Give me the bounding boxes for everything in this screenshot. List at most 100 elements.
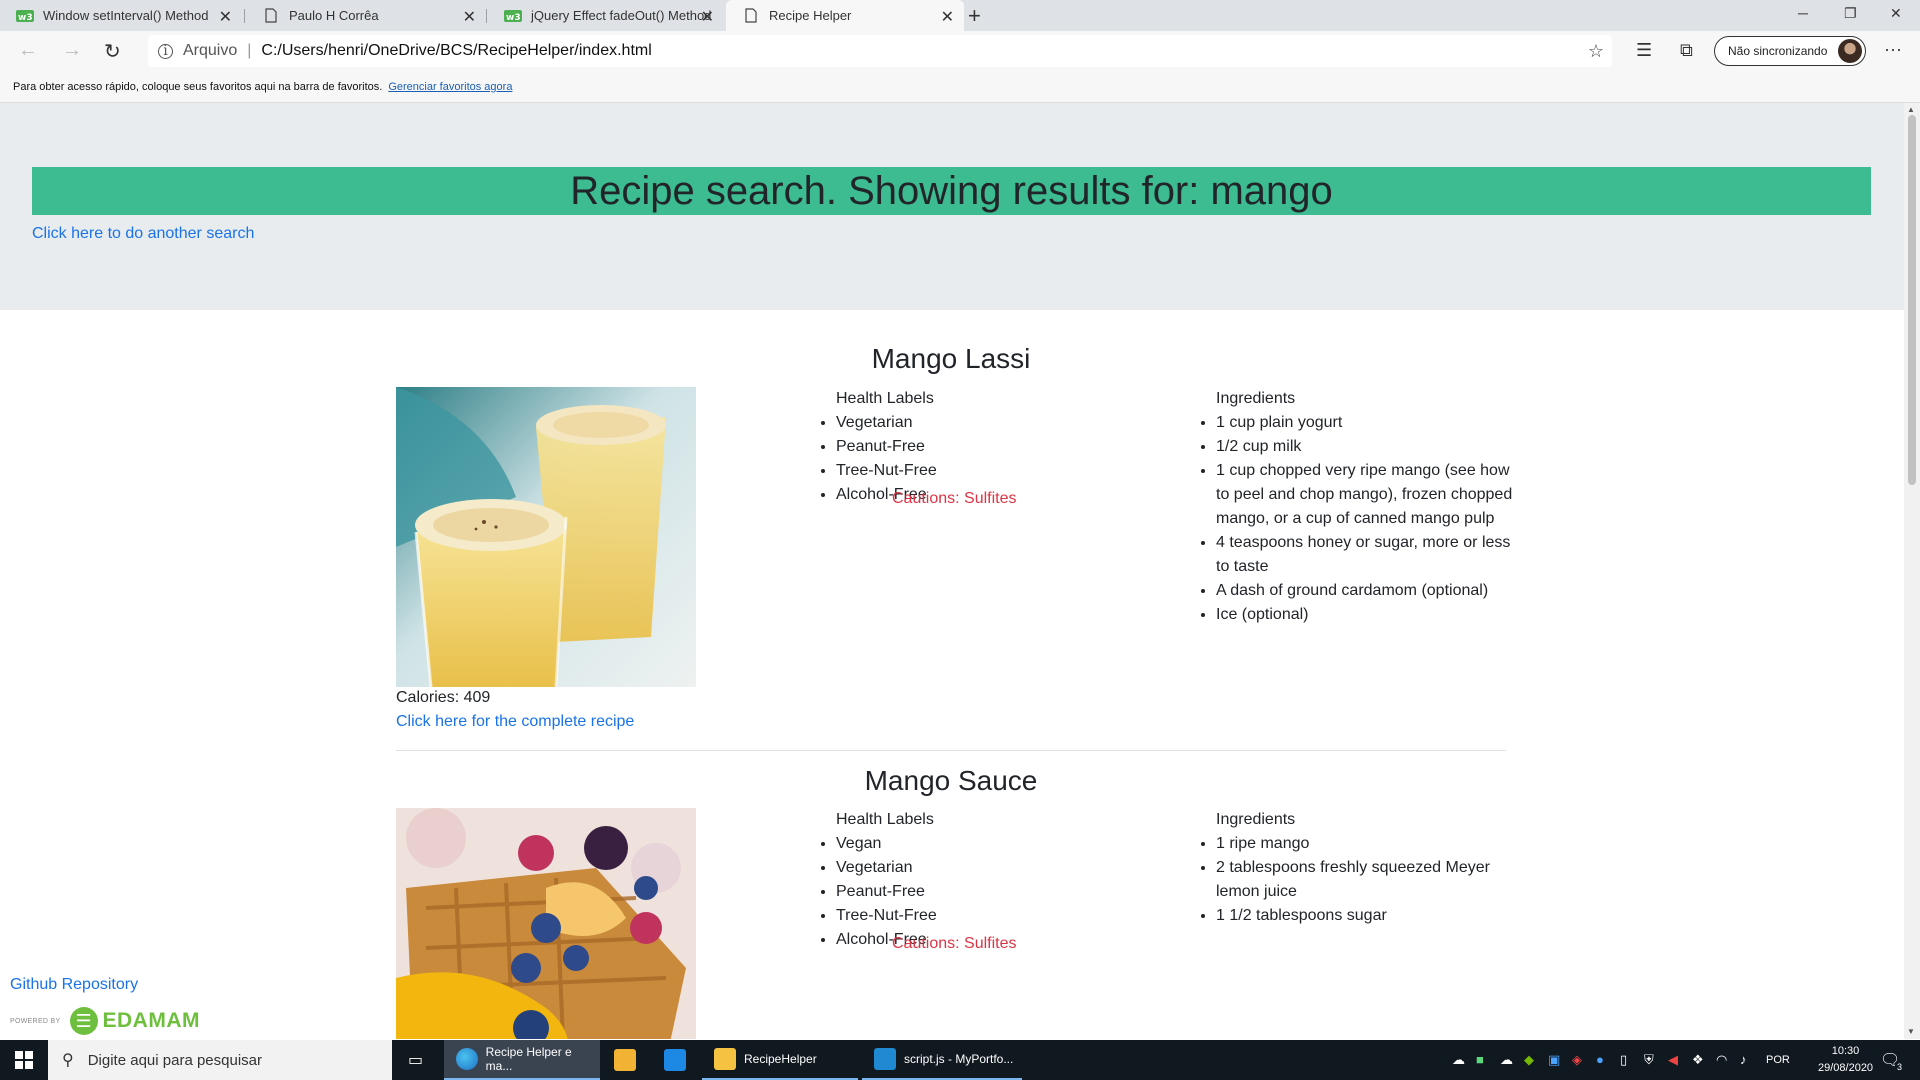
vertical-scrollbar[interactable]: ▲ ▼ — [1904, 103, 1920, 1039]
scroll-down-icon[interactable]: ▼ — [1907, 1027, 1915, 1036]
close-icon[interactable]: ✕ — [463, 7, 476, 27]
another-search-link[interactable]: Click here to do another search — [32, 225, 254, 243]
tab-window-setinterval[interactable]: w3 Window setInterval() Method ✕ — [0, 0, 242, 31]
url-text[interactable]: C:/Users/henri/OneDrive/BCS/RecipeHelper… — [261, 42, 651, 60]
taskbar-item-mail[interactable] — [652, 1040, 700, 1080]
dropbox-icon[interactable]: ❖ — [1692, 1052, 1704, 1068]
task-view-icon[interactable]: ▭ — [408, 1050, 423, 1070]
caution-text: Cautions: Sulfites — [892, 490, 1017, 507]
ingredients-list: 1 ripe mango 2 tablespoons freshly squee… — [1196, 832, 1516, 928]
tab-label: Paulo H Corrêa — [289, 8, 379, 23]
back-arrow-icon[interactable]: ← — [18, 39, 38, 62]
complete-recipe-link[interactable]: Click here for the complete recipe — [396, 713, 634, 731]
close-icon[interactable]: ✕ — [219, 7, 232, 27]
list-item: A dash of ground cardamom (optional) — [1216, 579, 1516, 603]
edamam-logo-icon: ☰ — [69, 1007, 98, 1035]
page-icon — [262, 8, 280, 24]
mango-sauce-waffle-photo — [396, 808, 696, 1039]
list-item: 1/2 cup milk — [1216, 435, 1516, 459]
caution-text: Cautions: Sulfites — [892, 935, 1017, 952]
folder-icon — [714, 1048, 736, 1070]
close-icon[interactable]: ✕ — [941, 7, 954, 27]
onedrive-icon[interactable]: ☁ — [1452, 1052, 1465, 1068]
health-labels-heading: Health Labels — [836, 390, 934, 407]
ingredients-list: 1 cup plain yogurt 1/2 cup milk 1 cup ch… — [1196, 411, 1516, 627]
health-labels-column: Health Labels Vegetarian Peanut-Free Tre… — [816, 387, 937, 507]
edamam-brand: EDAMAM — [102, 1009, 200, 1032]
close-icon[interactable]: ✕ — [701, 7, 714, 27]
security-icon[interactable]: ▣ — [1548, 1052, 1560, 1068]
clock-date: 29/08/2020 — [1818, 1062, 1874, 1074]
taskbar-search-input[interactable]: ⚲ Digite aqui para pesquisar — [48, 1040, 392, 1080]
edamam-badge[interactable]: POWERED BY ☰ EDAMAM — [10, 1006, 200, 1036]
scrollbar-thumb[interactable] — [1908, 115, 1916, 485]
taskbar-search-placeholder: Digite aqui para pesquisar — [87, 1051, 262, 1069]
mail-icon — [664, 1049, 686, 1071]
minimize-icon[interactable]: ─ — [1798, 5, 1808, 21]
antivirus-icon[interactable]: ◈ — [1572, 1052, 1582, 1068]
favorites-bar: Para obter acesso rápido, coloque seus f… — [0, 71, 1920, 103]
scroll-up-icon[interactable]: ▲ — [1907, 105, 1915, 114]
address-toolbar: ← → ↻ i Arquivo | C:/Users/henri/OneDriv… — [0, 31, 1920, 71]
address-bar[interactable]: i Arquivo | C:/Users/henri/OneDrive/BCS/… — [148, 35, 1612, 67]
w3schools-icon: w3 — [504, 8, 522, 24]
info-icon[interactable]: i — [158, 43, 173, 59]
list-item: 1 1/2 tablespoons sugar — [1216, 904, 1516, 928]
w3schools-icon: w3 — [16, 8, 34, 24]
cloud-icon[interactable]: ☁ — [1500, 1052, 1513, 1068]
list-item: 1 ripe mango — [1216, 832, 1516, 856]
volume-icon[interactable]: ♪ — [1740, 1052, 1747, 1067]
favorites-bar-message: Para obter acesso rápido, coloque seus f… — [13, 80, 383, 93]
restore-icon[interactable]: ❐ — [1844, 5, 1857, 22]
taskbar-item-label: script.js - MyPortfo... — [904, 1052, 1014, 1066]
vscode-icon — [874, 1048, 896, 1070]
list-item: 1 cup plain yogurt — [1216, 411, 1516, 435]
taskbar-item-folder[interactable]: RecipeHelper — [702, 1040, 858, 1080]
more-menu-icon[interactable]: ··· — [1884, 39, 1902, 60]
github-repository-link[interactable]: Github Repository — [10, 976, 138, 993]
taskbar-item-edge[interactable]: Recipe Helper e ma... — [444, 1040, 600, 1080]
taskbar-item-store[interactable] — [602, 1040, 650, 1080]
calories-text: Calories: 409 — [396, 689, 491, 706]
tab-label: Recipe Helper — [769, 8, 852, 23]
page-viewport: Recipe search. Showing results for: mang… — [0, 103, 1904, 1039]
new-tab-plus-icon[interactable]: + — [968, 3, 981, 29]
list-item: 1 cup chopped very ripe mango (see how t… — [1216, 459, 1516, 531]
favorites-list-icon[interactable]: ☰ — [1636, 40, 1652, 61]
usb-icon[interactable]: ▯ — [1620, 1052, 1627, 1068]
ingredients-column: Ingredients 1 cup plain yogurt 1/2 cup m… — [1196, 387, 1516, 627]
list-item: Peanut-Free — [836, 880, 937, 904]
tab-recipe-helper[interactable]: Recipe Helper ✕ — [726, 0, 964, 31]
app-icon[interactable]: ■ — [1476, 1052, 1484, 1067]
chat-icon[interactable]: ● — [1596, 1052, 1604, 1067]
health-labels-heading: Health Labels — [836, 811, 934, 828]
taskbar-item-vscode[interactable]: script.js - MyPortfo... — [862, 1040, 1022, 1080]
favorite-star-icon[interactable]: ☆ — [1588, 41, 1604, 62]
speaker-muted-icon[interactable]: ◀ — [1668, 1052, 1678, 1068]
shield-icon[interactable]: ⛨ — [1644, 1052, 1654, 1068]
collections-icon[interactable]: ⧉ — [1680, 40, 1693, 61]
tab-label: Window setInterval() Method — [43, 8, 209, 23]
nvidia-icon[interactable]: ◆ — [1524, 1052, 1534, 1068]
recipe-divider — [396, 750, 1506, 751]
list-item: Tree-Nut-Free — [836, 459, 937, 483]
profile-sync-button[interactable]: Não sincronizando — [1714, 36, 1866, 66]
list-item: 2 tablespoons freshly squeezed Meyer lem… — [1216, 856, 1516, 904]
forward-arrow-icon[interactable]: → — [62, 39, 82, 62]
language-indicator[interactable]: POR — [1766, 1054, 1790, 1066]
edge-icon — [456, 1048, 478, 1070]
sync-status-label: Não sincronizando — [1728, 44, 1828, 58]
refresh-icon[interactable]: ↻ — [104, 39, 121, 64]
clock[interactable]: 10:30 29/08/2020 — [1818, 1043, 1873, 1077]
manage-favorites-link[interactable]: Gerenciar favoritos agora — [388, 81, 512, 93]
page-icon — [742, 8, 760, 24]
tab-jquery-fadeout[interactable]: w3 jQuery Effect fadeOut() Method ✕ — [488, 0, 724, 31]
window-close-icon[interactable]: ✕ — [1890, 5, 1902, 22]
avatar — [1838, 39, 1862, 63]
windows-start-icon[interactable] — [0, 1040, 48, 1080]
tab-paulo-correa[interactable]: Paulo H Corrêa ✕ — [246, 0, 486, 31]
ingredients-heading: Ingredients — [1216, 811, 1296, 828]
health-labels-column: Health Labels Vegan Vegetarian Peanut-Fr… — [816, 808, 937, 952]
wifi-icon[interactable]: ◠ — [1716, 1052, 1727, 1068]
ingredients-heading: Ingredients — [1216, 390, 1296, 407]
